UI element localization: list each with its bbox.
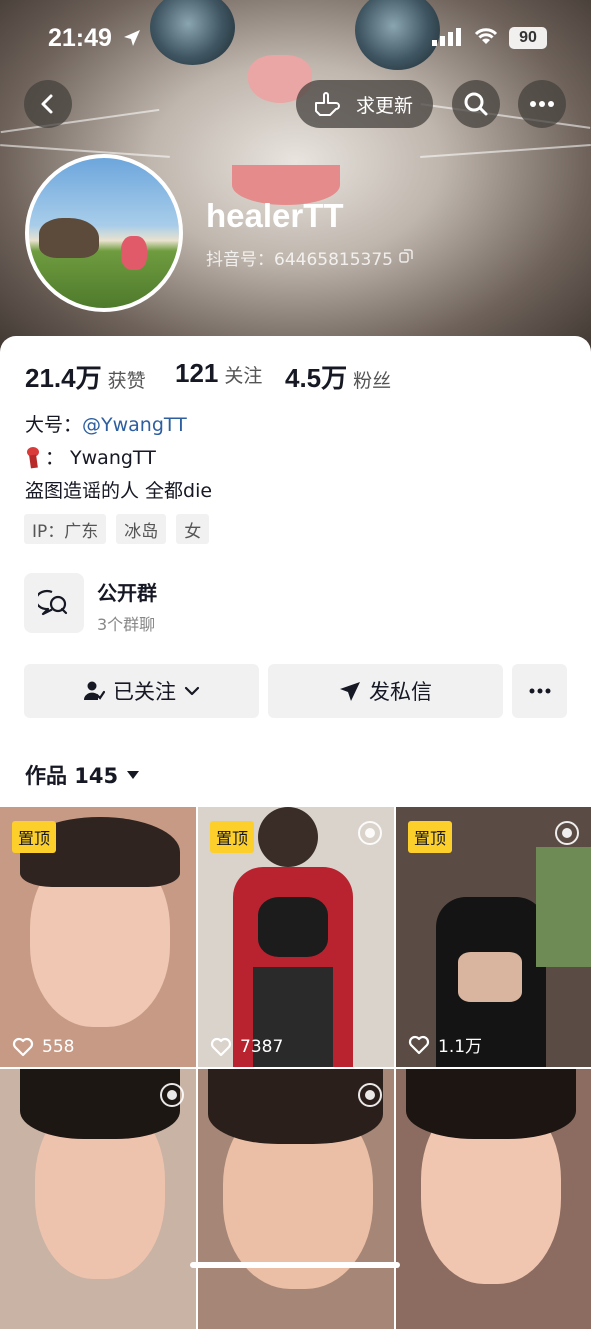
scarf-icon [25, 445, 41, 469]
video-tile[interactable] [198, 1069, 394, 1329]
pinned-badge: 置顶 [210, 821, 255, 853]
location-arrow-icon [122, 28, 142, 52]
like-count-value: 558 [42, 1037, 75, 1057]
heart-icon [12, 1037, 34, 1057]
stat-following[interactable]: 121 关注 [175, 358, 262, 389]
live-icon [358, 821, 382, 845]
like-count-value: 1.1万 [438, 1037, 483, 1057]
user-check-icon [83, 681, 105, 700]
group-subtitle: 3个群聊 [97, 615, 156, 634]
heart-icon [408, 1035, 430, 1054]
video-tile[interactable]: 置顶 7387 [198, 807, 394, 1067]
heart-icon [210, 1037, 232, 1057]
bio-line-3: 盗图造谣的人 全都die [25, 480, 213, 502]
hand-point-icon [312, 91, 342, 117]
following-button[interactable]: 已关注 [24, 664, 259, 718]
like-count: 7387 [210, 1037, 283, 1057]
live-icon [358, 1083, 382, 1107]
chevron-down-icon [184, 686, 200, 696]
copy-icon [399, 248, 413, 268]
more-dots-icon [530, 101, 554, 107]
search-icon [464, 92, 488, 116]
stat-following-value: 121 [175, 358, 219, 388]
douyin-id-text: 抖音号：64465815375 [206, 250, 393, 270]
bio-line-1: 大号：@YwangTT [25, 410, 187, 437]
group-chat-icon [24, 573, 84, 633]
stat-likes-label: 获赞 [107, 370, 146, 392]
tag-location: 冰岛 [116, 514, 167, 544]
signal-icon [432, 28, 464, 50]
bio-line-2: ： YwangTT [25, 443, 156, 470]
video-tile[interactable] [0, 1069, 196, 1329]
video-tile[interactable] [396, 1069, 591, 1329]
stat-likes[interactable]: 21.4万 获赞 [25, 358, 146, 395]
live-icon [555, 821, 579, 845]
battery-icon: 90 [509, 27, 547, 49]
stat-likes-value: 21.4万 [25, 363, 102, 393]
status-time: 21:49 [48, 24, 112, 52]
following-label: 已关注 [113, 680, 176, 704]
back-arrow-icon [41, 94, 53, 114]
battery-level: 90 [519, 29, 537, 46]
bio-account-link[interactable]: @YwangTT [82, 414, 187, 436]
stat-followers[interactable]: 4.5万 粉丝 [285, 358, 391, 395]
bio-prefix: 大号： [25, 414, 83, 436]
group-title: 公开群 [97, 581, 157, 605]
public-group-entry[interactable]: 公开群 3个群聊 [24, 573, 424, 635]
live-icon [160, 1083, 184, 1107]
like-count-value: 7387 [240, 1037, 284, 1057]
more-dots-icon [529, 688, 550, 694]
profile-tags: IP：广东 冰岛 女 [24, 514, 210, 544]
back-button[interactable] [24, 80, 72, 128]
works-grid: 置顶 558 置顶 7387 置顶 1.1万 [0, 807, 591, 1329]
send-message-button[interactable]: 发私信 [268, 664, 503, 718]
pinned-badge: 置顶 [12, 821, 57, 853]
send-message-label: 发私信 [369, 680, 432, 704]
like-count: 558 [12, 1037, 74, 1057]
tag-ip: IP：广东 [24, 514, 107, 544]
douyin-id[interactable]: 抖音号：64465815375 [206, 245, 413, 270]
stat-followers-value: 4.5万 [285, 363, 348, 393]
works-count: 作品 145 [25, 764, 119, 788]
stat-following-label: 关注 [224, 365, 263, 387]
wifi-icon [473, 26, 499, 50]
search-button[interactable] [452, 80, 500, 128]
caret-down-icon [127, 771, 140, 779]
more-actions-button[interactable] [512, 664, 567, 718]
send-icon [340, 682, 360, 701]
avatar[interactable] [25, 154, 183, 312]
stat-followers-label: 粉丝 [353, 370, 392, 392]
tag-gender: 女 [176, 514, 210, 544]
pinned-badge: 置顶 [408, 821, 453, 853]
works-tab[interactable]: 作品 145 [25, 760, 140, 790]
bio-line-2-text: ： YwangTT [45, 447, 156, 469]
profile-username: healerTT [206, 197, 344, 234]
request-update-label: 求更新 [356, 94, 414, 117]
like-count: 1.1万 [408, 1032, 482, 1057]
more-options-button[interactable] [518, 80, 566, 128]
request-update-button[interactable]: 求更新 [296, 80, 433, 128]
video-tile[interactable]: 置顶 1.1万 [396, 807, 591, 1067]
home-indicator [190, 1262, 400, 1268]
video-tile[interactable]: 置顶 558 [0, 807, 196, 1067]
